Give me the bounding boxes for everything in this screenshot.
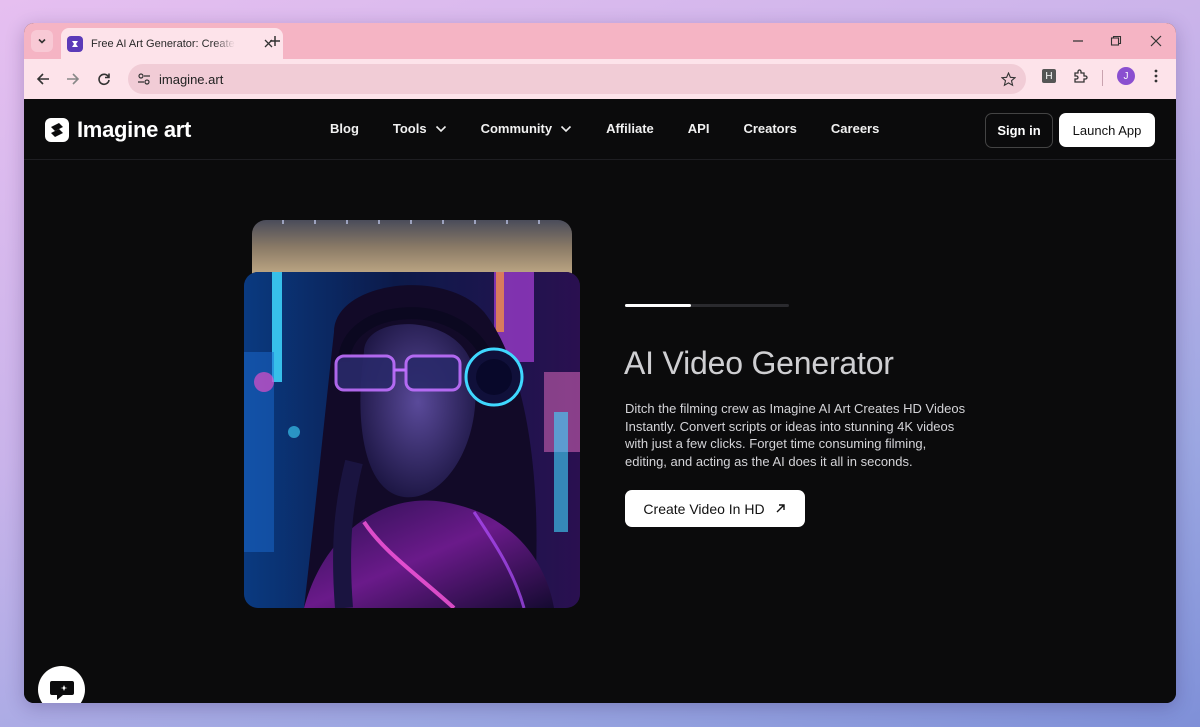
url-text: imagine.art	[159, 72, 224, 87]
extensions-puzzle-icon[interactable]	[1071, 67, 1089, 85]
logo-text: Imagine art	[77, 117, 192, 142]
chat-icon	[49, 680, 74, 700]
nav-blog[interactable]: Blog	[330, 121, 359, 136]
site-header: Imagine art Blog Tools Community Affilia…	[24, 99, 1176, 160]
favicon-icon	[67, 35, 83, 52]
arrow-up-right-icon	[775, 503, 787, 515]
hero-image-back	[252, 220, 572, 280]
back-button[interactable]	[33, 69, 53, 89]
nav-creators[interactable]: Creators	[743, 121, 796, 136]
tab-search-button[interactable]	[31, 30, 53, 52]
web-page: Imagine art Blog Tools Community Affilia…	[24, 99, 1176, 703]
forward-button[interactable]	[63, 69, 83, 89]
restore-icon	[1110, 35, 1122, 46]
tab-title: Free AI Art Generator: Create AI Art Fro…	[91, 37, 235, 50]
reload-button[interactable]	[94, 69, 114, 89]
bookmark-star-icon[interactable]	[1000, 71, 1016, 87]
hero-description: Ditch the filming crew as Imagine AI Art…	[625, 401, 966, 469]
slide-progress-fill	[625, 304, 691, 307]
site-logo[interactable]: Imagine art	[45, 117, 191, 143]
nav-careers[interactable]: Careers	[831, 121, 879, 136]
sign-in-button[interactable]: Sign in	[985, 113, 1053, 148]
reload-icon	[98, 73, 110, 86]
cta-label: Create Video In HD	[643, 500, 765, 517]
hero-title: AI Video Generator	[624, 345, 894, 381]
chevron-down-icon	[560, 123, 572, 135]
address-bar[interactable]: imagine.art	[128, 64, 1026, 94]
extension-h-icon[interactable]: H	[1042, 69, 1056, 83]
nav-label: Tools	[392, 121, 427, 136]
nav-affiliate[interactable]: Affiliate	[606, 121, 654, 136]
hero-image-front	[244, 272, 580, 608]
tab-strip: Free AI Art Generator: Create AI Art Fro…	[24, 23, 1176, 59]
nav-community[interactable]: Community	[481, 121, 573, 136]
site-info-icon[interactable]	[136, 71, 152, 87]
nav-label: API	[687, 121, 710, 136]
minimize-icon	[1073, 40, 1083, 42]
nav-label: Community	[480, 121, 553, 136]
nav-tools[interactable]: Tools	[393, 121, 447, 136]
active-tab[interactable]: Free AI Art Generator: Create AI Art Fro…	[61, 28, 283, 59]
close-icon	[1150, 35, 1162, 47]
neon-portrait-illustration	[244, 272, 580, 608]
profile-avatar[interactable]: J	[1117, 67, 1135, 85]
nav-label: Creators	[743, 121, 797, 136]
nav-label: Blog	[330, 121, 359, 136]
browser-menu-icon[interactable]	[1149, 67, 1163, 85]
slide-progress	[625, 304, 789, 307]
new-tab-button[interactable]	[267, 33, 283, 49]
toolbar-divider	[1102, 70, 1103, 86]
plus-icon	[270, 36, 280, 46]
launch-app-button[interactable]: Launch App	[1059, 113, 1155, 147]
browser-toolbar: imagine.art H J	[24, 59, 1176, 99]
chat-support-button[interactable]	[38, 666, 85, 703]
arrow-left-icon	[36, 73, 49, 85]
close-window-button[interactable]	[1148, 33, 1164, 49]
browser-window: Free AI Art Generator: Create AI Art Fro…	[24, 23, 1176, 703]
chevron-down-icon	[38, 38, 46, 44]
nav-api[interactable]: API	[688, 121, 710, 136]
restore-button[interactable]	[1108, 33, 1124, 49]
imagine-logo-icon	[45, 118, 69, 142]
nav-label: Careers	[830, 121, 880, 136]
chevron-down-icon	[435, 123, 447, 135]
minimize-button[interactable]	[1070, 33, 1086, 49]
arrow-right-icon	[67, 73, 80, 85]
main-nav: Blog Tools Community Affiliate API Creat…	[330, 121, 913, 136]
nav-label: Affiliate	[606, 121, 654, 136]
create-video-button[interactable]: Create Video In HD	[625, 490, 805, 527]
